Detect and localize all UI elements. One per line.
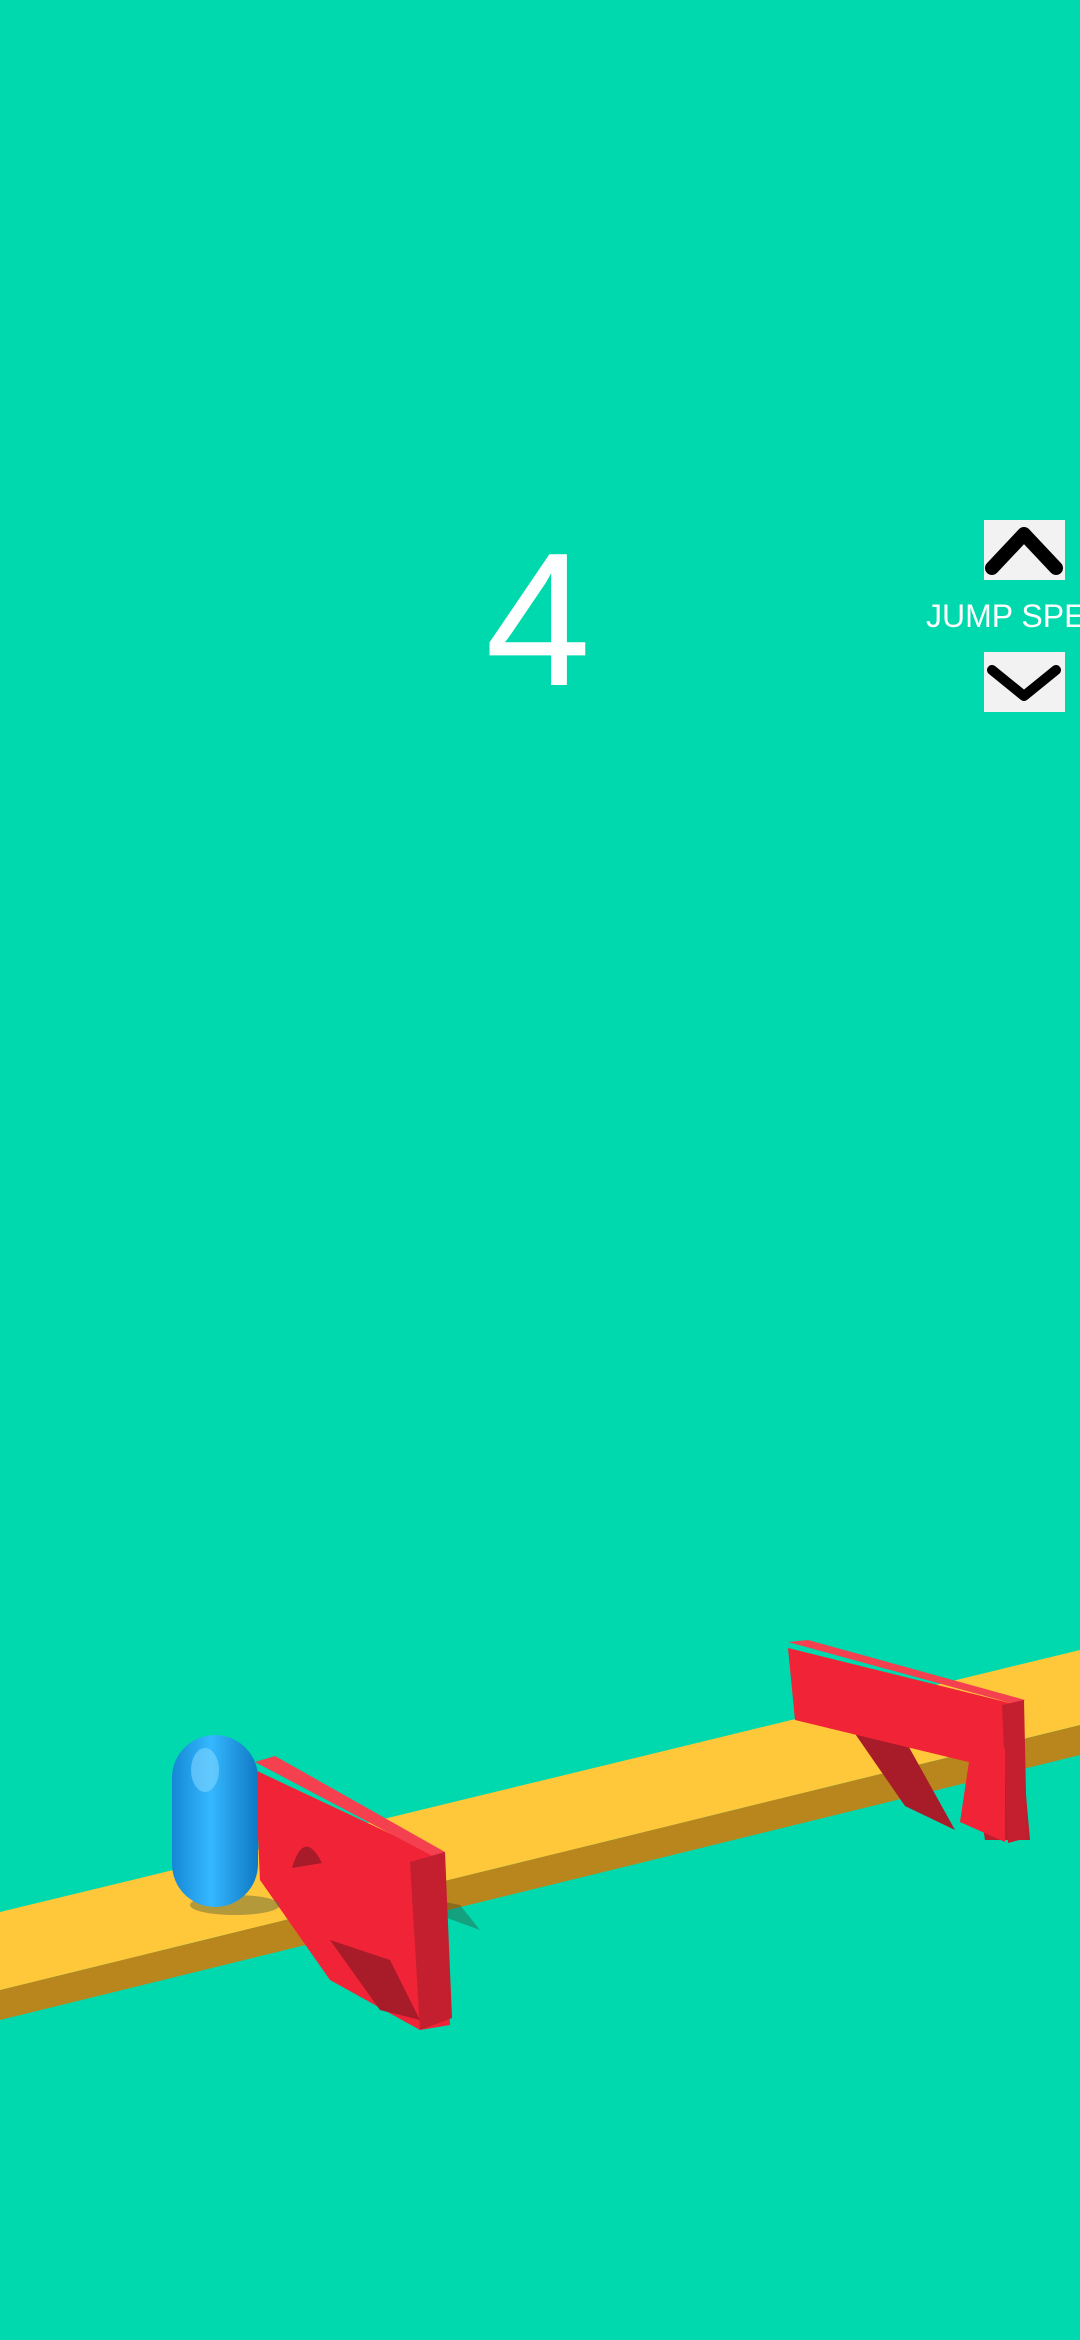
jump-speed-label: JUMP SPE — [926, 598, 1080, 634]
jump-speed-increase-button[interactable] — [984, 520, 1065, 580]
barrier-near — [255, 1756, 480, 2030]
chevron-up-icon — [985, 527, 1063, 575]
jump-speed-decrease-button[interactable] — [984, 652, 1065, 712]
score-counter: 4 — [485, 514, 591, 726]
game-scene[interactable] — [0, 0, 1080, 2340]
chevron-down-icon — [987, 665, 1061, 701]
